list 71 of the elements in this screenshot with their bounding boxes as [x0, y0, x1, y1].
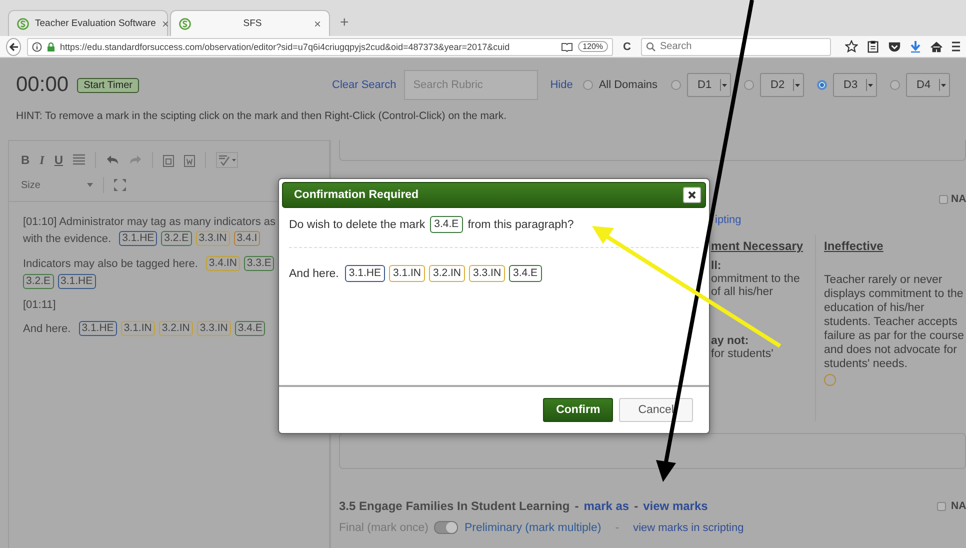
indicator-tag[interactable]: 3.1.HE: [119, 231, 158, 246]
size-dropdown[interactable]: Size: [21, 180, 93, 190]
indicator-tag[interactable]: 3.1.HE: [78, 321, 117, 336]
separator: -: [615, 522, 620, 534]
indicator-tag[interactable]: 3.3.E: [244, 256, 274, 271]
rubric-text: ll:: [711, 260, 722, 273]
view-marks-link[interactable]: view marks: [643, 499, 708, 513]
scripting-text: And here.: [23, 322, 71, 334]
domain-select[interactable]: D2: [760, 73, 804, 97]
rubric-text: Teacher rarely or never displays commitment to the education of his/her students. Teacher accepts failure as par for the course and does not advocate for students' needs.: [824, 273, 965, 371]
indicator-tag[interactable]: 3.1.HE: [344, 265, 385, 282]
indicator-tag[interactable]: 3.1.IN: [120, 321, 155, 336]
mode-label[interactable]: Preliminary (mark multiple): [464, 522, 602, 534]
indicator-tag[interactable]: 3.3.IN: [196, 321, 231, 336]
confirm-button[interactable]: Confirm: [543, 398, 614, 422]
separator: -: [634, 499, 638, 513]
scripting-link[interactable]: view marks in scripting: [633, 522, 744, 534]
column-header: ment Necessary: [711, 238, 804, 255]
format-button[interactable]: I: [40, 152, 44, 168]
scripting-link[interactable]: ipting: [715, 214, 742, 226]
section-title: 3.5 Engage Families In Student Learning: [339, 499, 570, 513]
reload-button[interactable]: C: [619, 40, 635, 52]
mark-as-link[interactable]: mark as: [584, 499, 630, 513]
browser-tab[interactable]: Teacher Evaluation Software ×: [8, 10, 168, 36]
browser-search-field[interactable]: Search: [641, 38, 831, 56]
na-label: NA: [951, 500, 966, 512]
scripting-text: [01:11]: [23, 299, 56, 311]
rubric-text: ay not:: [711, 335, 750, 348]
zoom-level[interactable]: 120%: [578, 41, 608, 52]
indicator-tag[interactable]: 3.2.E: [161, 231, 192, 246]
rubric-text: for students': [711, 348, 774, 361]
dialog-message: from this paragraph?: [468, 218, 574, 230]
indicator-tag[interactable]: 3.2.E: [23, 274, 54, 289]
indicator-tag[interactable]: 3.1.HE: [58, 274, 96, 289]
browser-tab[interactable]: SFS ×: [170, 10, 330, 36]
timer: 00:00: [16, 73, 69, 97]
dialog-title: Confirmation Required: [294, 189, 419, 201]
na-label: NA: [951, 193, 966, 205]
domain-select[interactable]: D4: [906, 73, 950, 97]
indicator-tag[interactable]: 3.4.E: [234, 321, 266, 336]
cancel-button[interactable]: Cancel: [619, 398, 693, 422]
format-button[interactable]: U: [54, 153, 64, 167]
indicator-tag[interactable]: 3.4.IN: [206, 256, 240, 271]
indicator-tag[interactable]: 3.4.E: [430, 216, 463, 233]
indicator-tag[interactable]: 3.2.IN: [429, 265, 466, 282]
address-bar[interactable]: https://edu.standardforsuccess.com/observation/editor?sid=u7q6i4criugqpyjs2cud&oid=487373&year=2017&cuid 120%: [27, 38, 614, 56]
scripting-text: [01:10] Administrator may tag as many indicators as: [23, 216, 276, 228]
rubric-search-field[interactable]: Search Rubric: [404, 70, 538, 100]
domain-label[interactable]: All Domains: [598, 79, 658, 91]
indicator-tag[interactable]: 3.4.I: [234, 231, 260, 246]
start-timer-button[interactable]: Start Timer: [76, 78, 140, 92]
indicator-tag[interactable]: 3.3.IN: [469, 265, 506, 282]
hint-text: HINT: To remove a mark in the scipting click on the mark and then Right-Click (Control-Click) on the mark.: [16, 110, 508, 122]
rubric-text: ommitment to the: [711, 273, 801, 286]
indicator-tag[interactable]: 3.3.IN: [196, 231, 230, 246]
paragraph-text: And here.: [289, 268, 339, 280]
column-header: Ineffective: [824, 238, 884, 255]
indicator-tag[interactable]: 3.2.IN: [158, 321, 193, 336]
new-tab-button[interactable]: +: [332, 14, 357, 36]
domain-select[interactable]: D1: [686, 73, 731, 97]
scripting-text: with the evidence.: [23, 232, 112, 244]
indicator-tag[interactable]: 3.4.E: [509, 265, 542, 282]
separator: -: [574, 499, 579, 513]
domain-select[interactable]: D3: [832, 73, 877, 97]
indicator-tag[interactable]: 3.1.IN: [388, 265, 425, 282]
rubric-text: of all his/her: [711, 286, 774, 299]
format-button[interactable]: B: [21, 153, 30, 167]
dialog-message: Do wish to delete the mark: [289, 218, 426, 230]
clear-search-link[interactable]: Clear Search: [332, 79, 396, 91]
hide-link[interactable]: Hide: [550, 79, 573, 91]
scripting-text: Indicators may also be tagged here.: [23, 258, 198, 270]
